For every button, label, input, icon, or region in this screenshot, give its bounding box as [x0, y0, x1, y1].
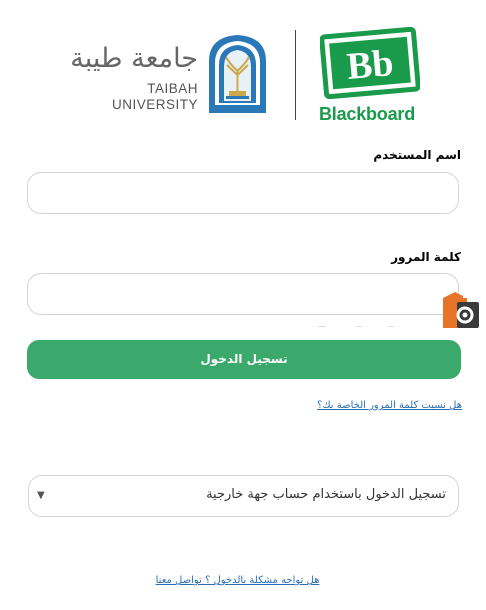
- username-label: اسم المستخدم: [373, 148, 461, 162]
- taibah-emblem-icon: [205, 33, 270, 115]
- logo-divider: [295, 30, 296, 120]
- blackboard-wordmark: Blackboard: [318, 104, 416, 124]
- password-label: كلمة المرور: [391, 250, 461, 264]
- blackboard-logo-text: Bb: [345, 42, 395, 88]
- password-input[interactable]: [27, 273, 459, 315]
- blackboard-logo-icon: Bb: [319, 26, 421, 100]
- university-name-en: TAIBAH UNIVERSITY: [111, 81, 198, 112]
- login-button[interactable]: تسجيل الدخول: [27, 340, 461, 379]
- external-login-selected-value: تسجيل الدخول باستخدام حساب جهة خارجية: [206, 487, 446, 502]
- password-field-artifact: [318, 313, 398, 327]
- university-name-ar: جامعة طيبة: [70, 43, 198, 74]
- username-input[interactable]: [27, 172, 459, 214]
- forgot-password-link[interactable]: هل نسيت كلمة المرور الخاصة بك؟: [290, 400, 462, 411]
- caret-down-icon: ▼: [37, 490, 45, 501]
- camera-widget-icon[interactable]: [441, 290, 481, 330]
- help-contact-link[interactable]: هل تواجه مشكلة بالدخول ؟ تواصل معنا: [150, 575, 325, 586]
- external-login-select[interactable]: تسجيل الدخول باستخدام حساب جهة خارجية ▼: [28, 475, 459, 517]
